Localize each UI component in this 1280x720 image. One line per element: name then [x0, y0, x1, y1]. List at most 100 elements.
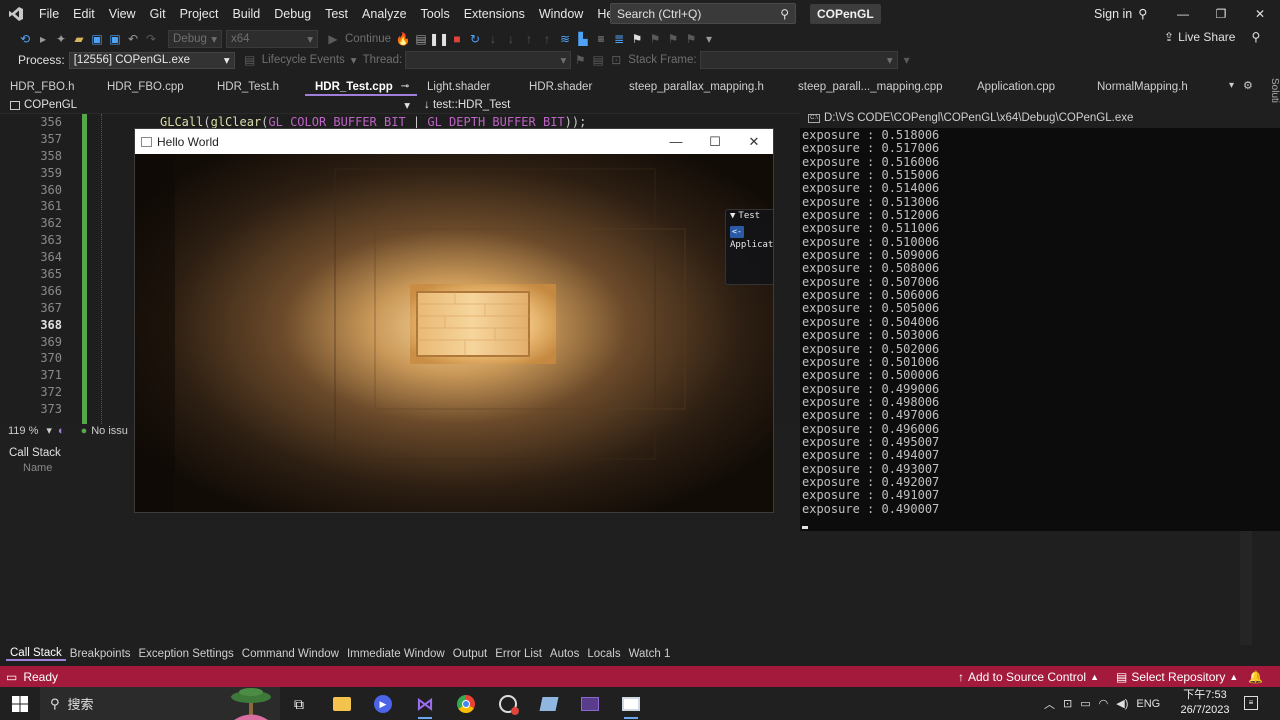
menu-build[interactable]: Build — [225, 0, 267, 28]
taskbar-search[interactable]: ⚲ 搜索 — [40, 687, 280, 720]
close-button[interactable]: ✕ — [1241, 0, 1279, 28]
bottom-tab-locals[interactable]: Locals — [583, 648, 624, 660]
menu-project[interactable]: Project — [173, 0, 226, 28]
diagnostics-icon[interactable]: ▤ — [412, 30, 430, 48]
start-button[interactable] — [0, 687, 40, 720]
lifecycle-events-dropdown[interactable]: Lifecycle Events — [259, 54, 348, 66]
stack-frame-dropdown[interactable]: ▾ — [699, 51, 898, 69]
select-repository-button[interactable]: ▤ Select Repository ▲ — [1116, 670, 1238, 684]
recorder-icon[interactable] — [489, 689, 527, 719]
open-folder-icon[interactable]: ▰ — [70, 30, 88, 48]
menu-window[interactable]: Window — [532, 0, 590, 28]
intellicode-icon[interactable]: ◐ — [52, 425, 65, 437]
add-to-source-control-button[interactable]: ↑ Add to Source Control ▲ — [958, 670, 1099, 684]
toolbar-overflow-icon[interactable]: ▾ — [898, 51, 916, 69]
terminal-icon[interactable] — [571, 689, 609, 719]
visual-studio-logo-icon[interactable] — [0, 0, 32, 28]
stop-icon[interactable]: ■ — [448, 30, 466, 48]
save-all-icon[interactable]: ▣ — [106, 30, 124, 48]
tab-steep-parall-mapping-cpp[interactable]: steep_parall..._mapping.cpp — [788, 78, 967, 96]
file-explorer-icon[interactable] — [323, 689, 361, 719]
redo-icon[interactable]: ↷ — [142, 30, 160, 48]
prev-bookmark-icon[interactable]: ⚑ — [646, 30, 664, 48]
console-taskbar-icon[interactable] — [612, 689, 650, 719]
media-player-icon[interactable]: ▶ — [364, 689, 402, 719]
feedback-icon[interactable]: ⚲ — [1251, 30, 1260, 44]
next-bookmark-icon[interactable]: ⚑ — [664, 30, 682, 48]
solution-explorer-tab[interactable]: Soluti — [1258, 78, 1280, 108]
hello-minimize-button[interactable]: — — [657, 129, 695, 154]
undo-icon[interactable]: ↶ — [124, 30, 142, 48]
imgui-header[interactable]: ▼ Test — [726, 210, 773, 222]
bottom-tab-autos[interactable]: Autos — [546, 648, 583, 660]
imgui-back-button[interactable]: <- — [730, 226, 744, 238]
solution-name-badge[interactable]: COPenGL — [810, 4, 881, 24]
battery-icon[interactable]: ▭ — [1080, 697, 1090, 710]
console-window[interactable]: C:\ D:\VS CODE\COPengl\COPenGL\x64\Debug… — [800, 108, 1280, 531]
bookmark-icon[interactable]: ⚑ — [628, 30, 646, 48]
menu-edit[interactable]: Edit — [66, 0, 102, 28]
breakpoint-icon[interactable]: ▙ — [574, 30, 592, 48]
console-output[interactable]: exposure : 0.518006 exposure : 0.517006 ex… — [802, 128, 1278, 516]
imgui-panel[interactable]: ▼ Test <- Applicatio — [725, 209, 773, 285]
collapse-icon[interactable]: ▼ — [730, 211, 735, 221]
sign-in-button[interactable]: Sign in ⚲ — [1094, 0, 1147, 28]
tab-settings-icon[interactable]: ⚙ — [1243, 79, 1253, 92]
scope-dropdown[interactable]: ↓ test::HDR_Test — [416, 99, 510, 111]
menu-view[interactable]: View — [102, 0, 143, 28]
menu-analyze[interactable]: Analyze — [355, 0, 413, 28]
chevron-up-icon[interactable]: ︿ — [1044, 696, 1055, 712]
configuration-dropdown[interactable]: Debug ▾ — [168, 30, 222, 48]
process-dropdown[interactable]: [12556] COPenGL.exe ▾ — [68, 51, 235, 69]
new-project-icon[interactable]: ✦ — [52, 30, 70, 48]
hdr-render-scene[interactable] — [135, 154, 774, 513]
tab-application-cpp[interactable]: Application.cpp — [967, 78, 1087, 96]
bottom-tab-error-list[interactable]: Error List — [491, 648, 546, 660]
tab-hdr-shader[interactable]: HDR.shader — [519, 78, 619, 96]
tab-hdr-fbo-h[interactable]: HDR_FBO.h — [0, 78, 97, 96]
chrome-icon[interactable] — [447, 689, 485, 719]
tab-list-dropdown-icon[interactable]: ▾ — [1229, 80, 1234, 91]
clear-bookmarks-icon[interactable]: ⚑ — [682, 30, 700, 48]
save-icon[interactable]: ▣ — [88, 30, 106, 48]
bottom-tab-watch-1[interactable]: Watch 1 — [625, 648, 675, 660]
minimize-button[interactable]: — — [1164, 0, 1202, 28]
comment-icon[interactable]: ≡ — [592, 30, 610, 48]
menu-extensions[interactable]: Extensions — [457, 0, 532, 28]
back-icon[interactable]: ⟲ — [16, 30, 34, 48]
hello-world-window[interactable]: Hello World — ☐ ✕ ▼ Test <- Applicat — [134, 128, 774, 513]
visual-studio-taskbar-icon[interactable]: ⋈ — [406, 689, 444, 719]
tab-steep-parallax-mapping-h[interactable]: steep_parallax_mapping.h — [619, 78, 788, 96]
step-into-icon[interactable]: ↓ — [502, 30, 520, 48]
column-name-header[interactable]: Name — [6, 462, 134, 476]
language-indicator[interactable]: ENG — [1136, 698, 1160, 710]
step-back-icon[interactable]: ↑ — [538, 30, 556, 48]
menu-tools[interactable]: Tools — [414, 0, 457, 28]
platform-dropdown[interactable]: x64 ▾ — [226, 30, 318, 48]
step-out-icon[interactable]: ↑ — [520, 30, 538, 48]
bottom-tab-call-stack[interactable]: Call Stack — [6, 647, 66, 661]
show-threads-icon[interactable]: ≋ — [556, 30, 574, 48]
pin-tab-icon[interactable]: ⊸ — [401, 78, 409, 94]
output-icon[interactable]: ▭ — [6, 670, 17, 684]
restore-button[interactable]: ❐ — [1202, 0, 1240, 28]
notes-app-icon[interactable] — [530, 689, 568, 719]
bottom-tab-exception-settings[interactable]: Exception Settings — [135, 648, 238, 660]
menu-debug[interactable]: Debug — [267, 0, 318, 28]
scrollbar[interactable] — [1240, 530, 1252, 646]
flag-thread-icon[interactable]: ⚑ — [571, 51, 589, 69]
menu-test[interactable]: Test — [318, 0, 355, 28]
step-over-icon[interactable]: ↓ — [484, 30, 502, 48]
volume-icon[interactable]: ◀) — [1116, 697, 1128, 710]
pause-icon[interactable]: ❚❚ — [429, 30, 449, 48]
issues-label[interactable]: No issu — [87, 425, 128, 437]
bottom-tab-breakpoints[interactable]: Breakpoints — [66, 648, 135, 660]
notification-center-icon[interactable]: ≡ — [1244, 694, 1258, 710]
bottom-tab-immediate-window[interactable]: Immediate Window — [343, 648, 449, 660]
tab-hdr-fbo-cpp[interactable]: HDR_FBO.cpp — [97, 78, 207, 96]
project-dropdown[interactable]: COPenGL ▾ — [0, 98, 416, 112]
expand-stack-icon[interactable]: ⊡ — [607, 51, 625, 69]
bottom-tab-command-window[interactable]: Command Window — [238, 648, 343, 660]
hot-reload-icon[interactable]: 🔥 — [394, 30, 412, 48]
hello-maximize-button[interactable]: ☐ — [696, 129, 734, 154]
